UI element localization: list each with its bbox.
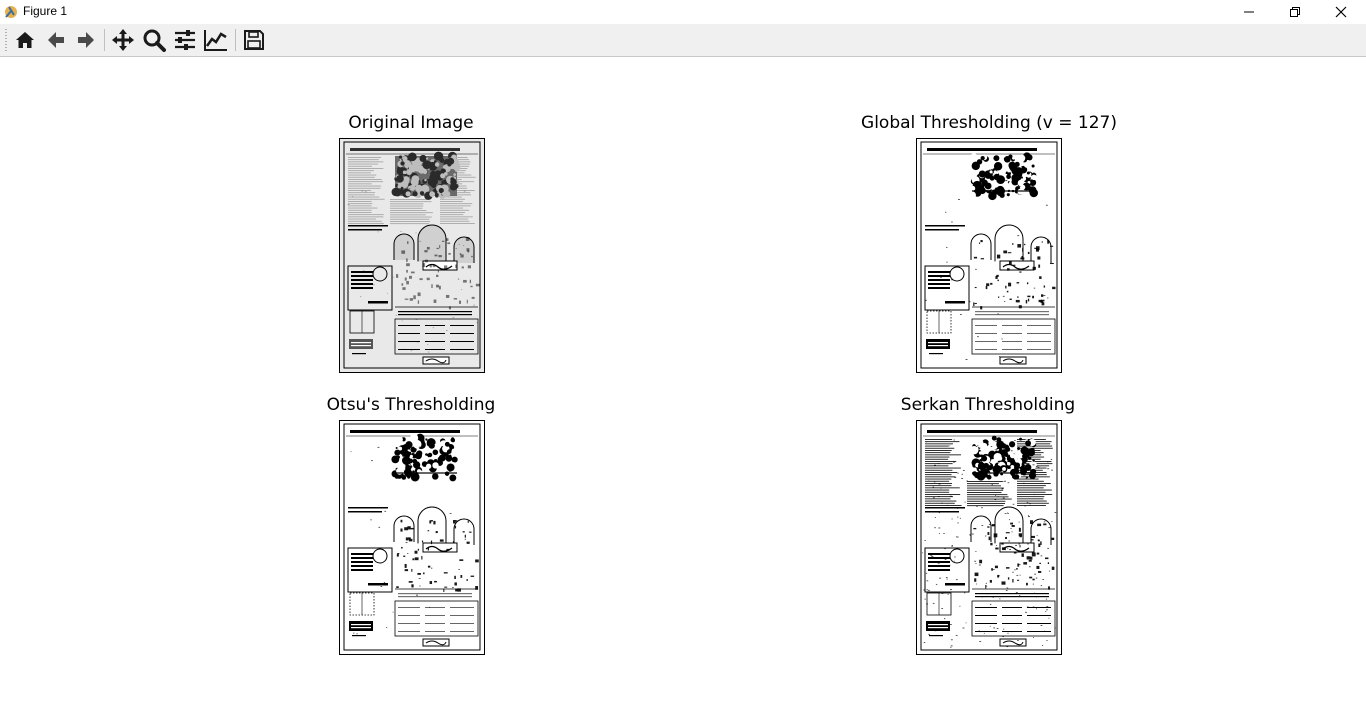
- subplot-title-serkan: Serkan Thresholding: [900, 395, 1076, 415]
- subplot-axes-serkan[interactable]: [916, 420, 1062, 655]
- forward-arrow-icon: [78, 32, 94, 48]
- edit-axis-button[interactable]: [203, 27, 229, 53]
- save-button[interactable]: [241, 27, 267, 53]
- figure-canvas[interactable]: Original Image Global Thresholding (v = …: [0, 57, 1366, 727]
- subplot-axes-otsu[interactable]: [339, 420, 485, 655]
- toolbar-separator: [104, 29, 105, 51]
- configure-subplots-icon: [175, 30, 195, 50]
- minimize-button[interactable]: [1226, 0, 1272, 24]
- matplotlib-app-icon: [5, 6, 17, 18]
- pan-move-icon: [112, 29, 134, 51]
- subplot-title-original: Original Image: [348, 113, 474, 133]
- window-titlebar: Figure 1: [0, 0, 1366, 24]
- navigation-toolbar: [0, 24, 1366, 57]
- toolbar-separator: [235, 29, 236, 51]
- zoom-magnifier-icon: [143, 29, 166, 52]
- subplot-title-global: Global Thresholding (v = 127): [861, 113, 1117, 133]
- subplot-axes-original[interactable]: [339, 138, 485, 373]
- newspaper-image-global: [917, 139, 1061, 372]
- subplot-axes-global[interactable]: [916, 138, 1062, 373]
- edit-axis-icon: [204, 30, 227, 51]
- forward-button[interactable]: [73, 27, 99, 53]
- toolbar-grip[interactable]: [5, 29, 7, 51]
- minimize-icon: [1244, 11, 1254, 13]
- close-button[interactable]: [1318, 0, 1364, 24]
- restore-icon: [1290, 7, 1300, 17]
- newspaper-image-serkan: [917, 421, 1061, 654]
- home-button[interactable]: [12, 27, 38, 53]
- save-disk-icon: [244, 30, 264, 50]
- back-arrow-icon: [48, 32, 64, 48]
- subplot-title-otsu: Otsu's Thresholding: [326, 395, 496, 415]
- back-button[interactable]: [43, 27, 69, 53]
- zoom-button[interactable]: [141, 27, 167, 53]
- window-title: Figure 1: [23, 4, 68, 18]
- home-icon: [16, 32, 34, 48]
- restore-button[interactable]: [1272, 0, 1318, 24]
- close-icon: [1335, 6, 1347, 18]
- newspaper-image-otsu: [340, 421, 484, 654]
- newspaper-image-original: [340, 139, 484, 372]
- pan-button[interactable]: [110, 27, 136, 53]
- configure-subplots-button[interactable]: [172, 27, 198, 53]
